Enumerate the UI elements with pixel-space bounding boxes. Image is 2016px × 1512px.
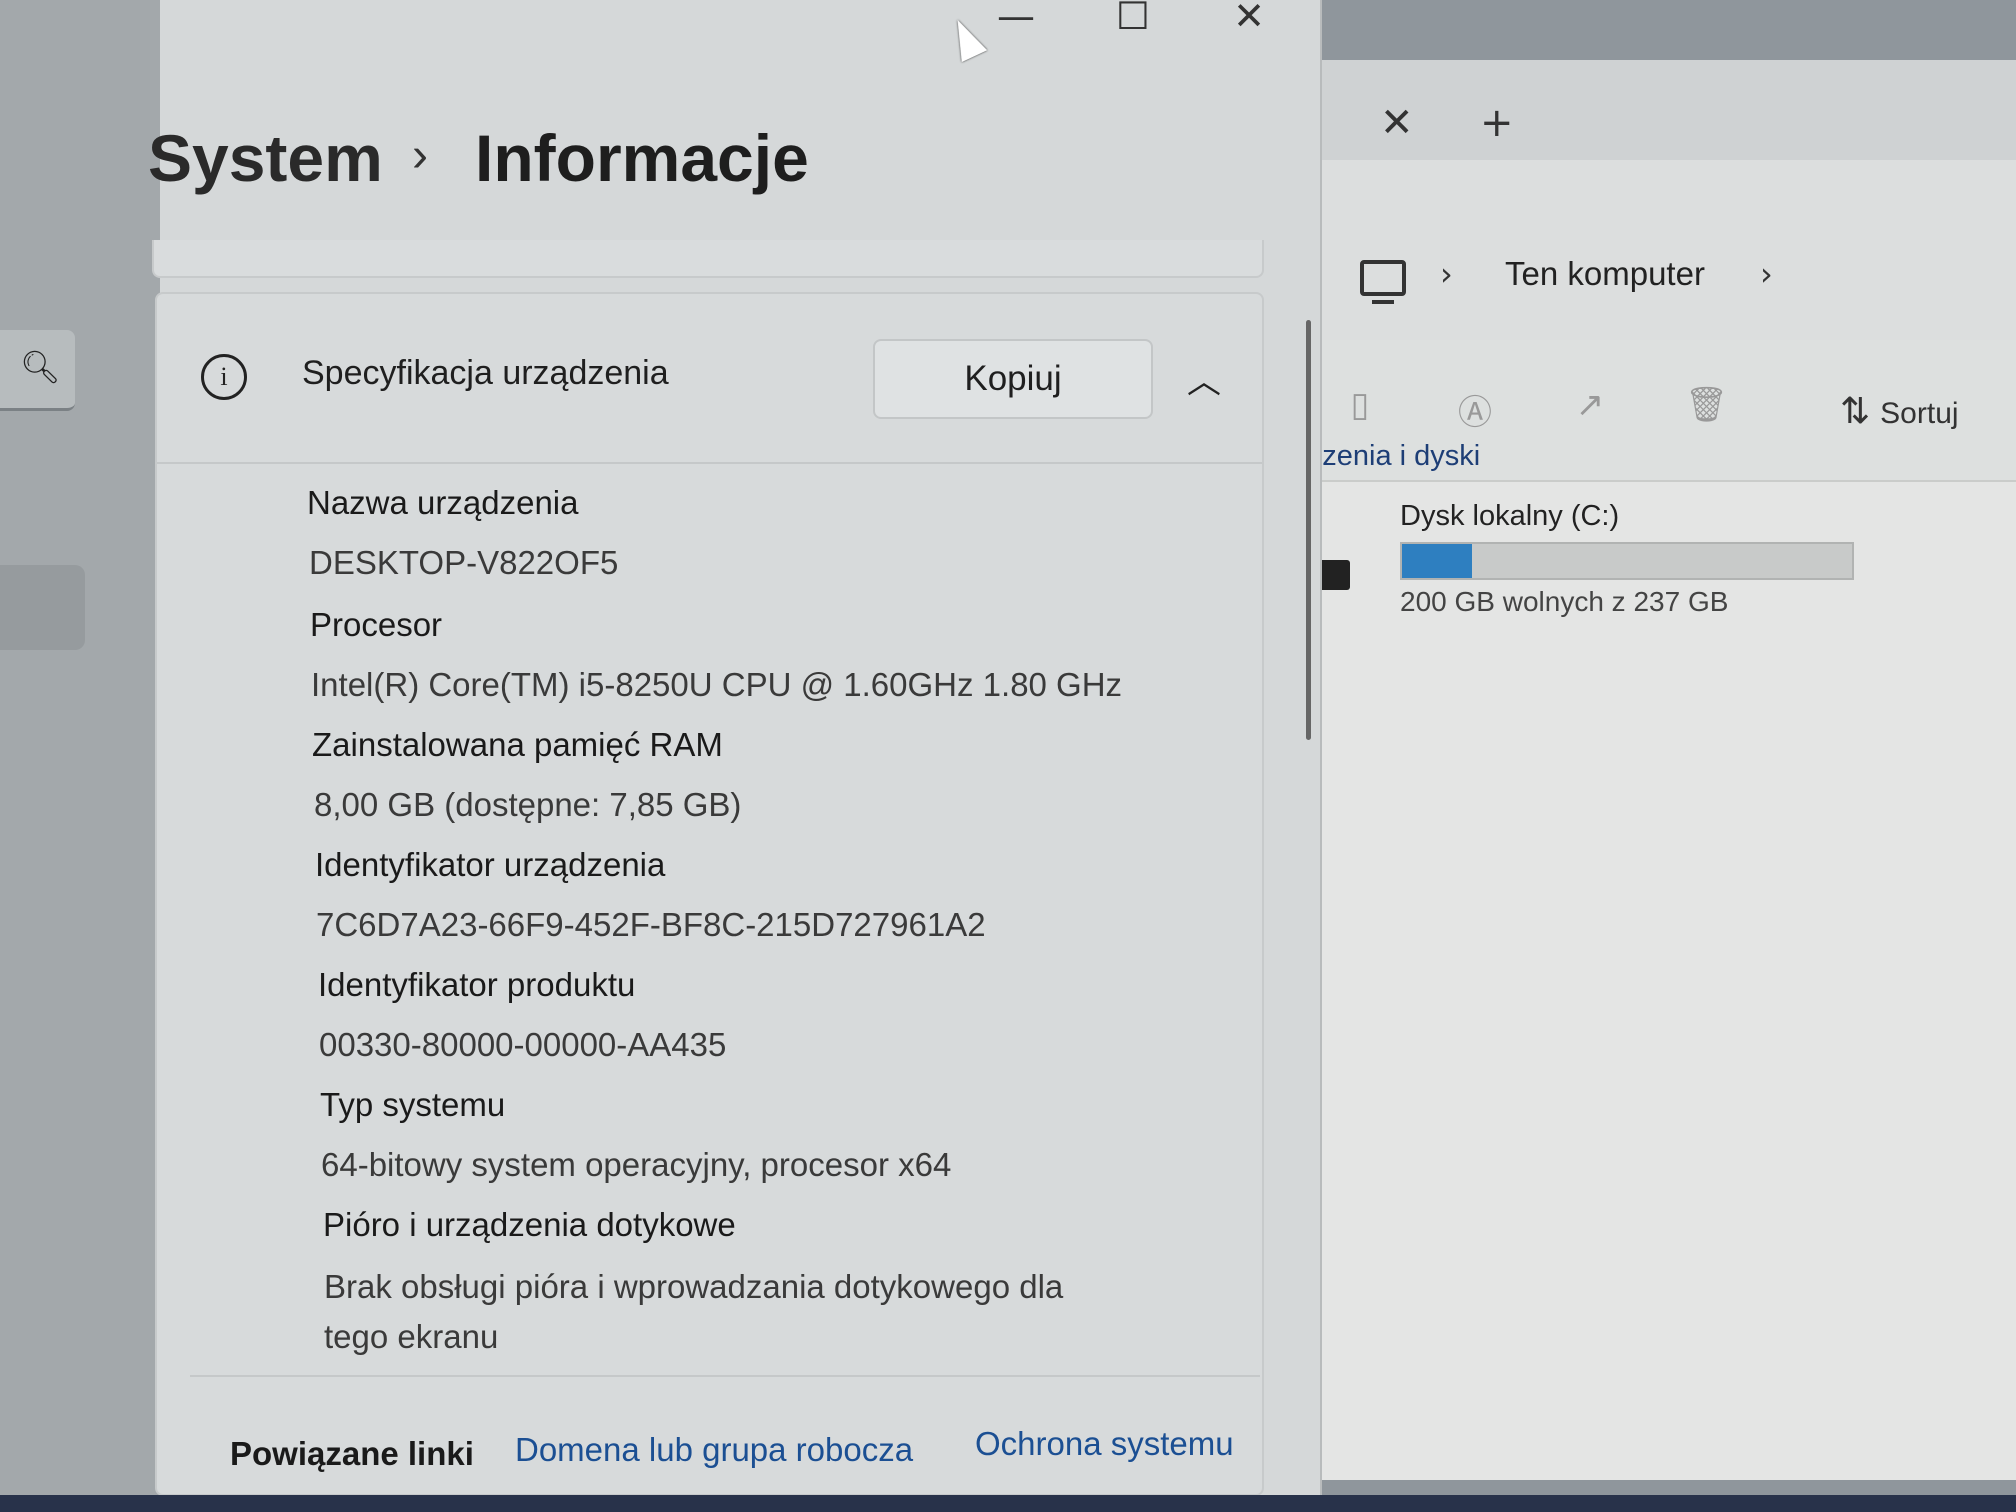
related-links-label: Powiązane linki: [230, 1435, 474, 1472]
nav-selected-item[interactable]: [0, 565, 85, 650]
spec-label: Identyfikator urządzenia: [315, 846, 666, 883]
search-box[interactable]: 🔍︎: [0, 330, 75, 411]
paste-icon[interactable]: ▯: [1340, 385, 1380, 425]
spec-value: 8,00 GB (dostępne: 7,85 GB): [314, 786, 742, 823]
device-spec-card: i Specyfikacja urządzenia Kopiuj ︿ Nazwa…: [155, 292, 1264, 1496]
spec-value: 7C6D7A23-66F9-452F-BF8C-215D727961A2: [316, 906, 986, 943]
card-title: Specyfikacja urządzenia: [302, 354, 669, 392]
spec-label: Zainstalowana pamięć RAM: [312, 726, 723, 763]
drive-name[interactable]: Dysk lokalny (C:): [1400, 500, 1619, 533]
minimize-icon[interactable]: —: [997, 0, 1035, 38]
sort-label: Sortuj: [1880, 397, 1959, 430]
drive-usage-fill: [1402, 544, 1473, 578]
settings-nav: 🔍︎: [0, 0, 160, 1512]
chevron-right-icon[interactable]: ›: [1760, 255, 1773, 293]
rename-icon[interactable]: Ⓐ: [1455, 385, 1495, 433]
page-title: Informacje: [475, 121, 809, 195]
breadcrumb-parent[interactable]: System: [148, 120, 383, 196]
sort-icon: ⇅: [1840, 390, 1871, 431]
drive-usage-bar: [1400, 542, 1854, 580]
maximize-icon[interactable]: ☐: [1116, 0, 1150, 38]
domain-workgroup-link[interactable]: Domena lub grupa robocza: [515, 1431, 913, 1469]
spec-label: Typ systemu: [320, 1086, 506, 1123]
tab-close-icon[interactable]: ✕: [1380, 100, 1414, 146]
taskbar: [0, 1495, 2016, 1512]
spec-label: Procesor: [310, 606, 443, 643]
settings-window: 🔍︎ — ☐ ✕ System › Informacje i Specyfika…: [0, 0, 1322, 1512]
spec-label: Nazwa urządzenia: [307, 484, 579, 521]
address-bar[interactable]: › Ten komputer ›: [1290, 160, 2016, 342]
search-icon: 🔍︎: [20, 348, 61, 386]
new-tab-icon[interactable]: +: [1480, 100, 1514, 146]
spec-value: Intel(R) Core(TM) i5-8250U CPU @ 1.60GHz…: [311, 666, 1123, 703]
spec-value: DESKTOP-V822OF5: [309, 544, 619, 581]
delete-icon[interactable]: 🗑: [1685, 385, 1728, 425]
spec-label: Pióro i urządzenia dotykowe: [323, 1206, 736, 1243]
spec-value: 64-bitowy system operacyjny, procesor x6…: [321, 1146, 952, 1183]
mouse-cursor: [944, 13, 988, 63]
spec-value: 00330-80000-00000-AA435: [319, 1026, 727, 1063]
spec-value: Brak obsługi pióra i wprowadzania dotyko…: [324, 1268, 1064, 1355]
related-links: Powiązane linki Domena lub grupa robocza…: [190, 1375, 1260, 1477]
close-icon[interactable]: ✕: [1233, 0, 1265, 38]
sort-button[interactable]: ⇅ Sortuj: [1840, 390, 1959, 432]
drive-free-space: 200 GB wolnych z 237 GB: [1400, 586, 1729, 617]
address-location[interactable]: Ten komputer: [1505, 255, 1705, 293]
share-icon[interactable]: ↗: [1570, 385, 1610, 425]
computer-icon: [1360, 260, 1406, 304]
spec-label: Identyfikator produktu: [318, 966, 636, 1003]
scrollbar[interactable]: [1306, 320, 1311, 740]
card-header[interactable]: i Specyfikacja urządzenia Kopiuj ︿: [157, 294, 1262, 464]
chevron-up-icon[interactable]: ︿: [1187, 354, 1221, 403]
copy-button[interactable]: Kopiuj: [873, 339, 1153, 419]
file-explorer-window: ✕ + › Ten komputer › ▯ Ⓐ ↗ 🗑 ⇅ Sortuj ądz…: [1290, 60, 2016, 1480]
chevron-right-icon[interactable]: ›: [1440, 255, 1453, 293]
previous-card: [152, 240, 1264, 278]
system-protection-link[interactable]: Ochrona systemu: [975, 1425, 1234, 1463]
explorer-tab-bar: ✕ +: [1290, 60, 2016, 160]
breadcrumb-separator: ›: [412, 129, 428, 182]
info-icon: i: [201, 354, 247, 400]
